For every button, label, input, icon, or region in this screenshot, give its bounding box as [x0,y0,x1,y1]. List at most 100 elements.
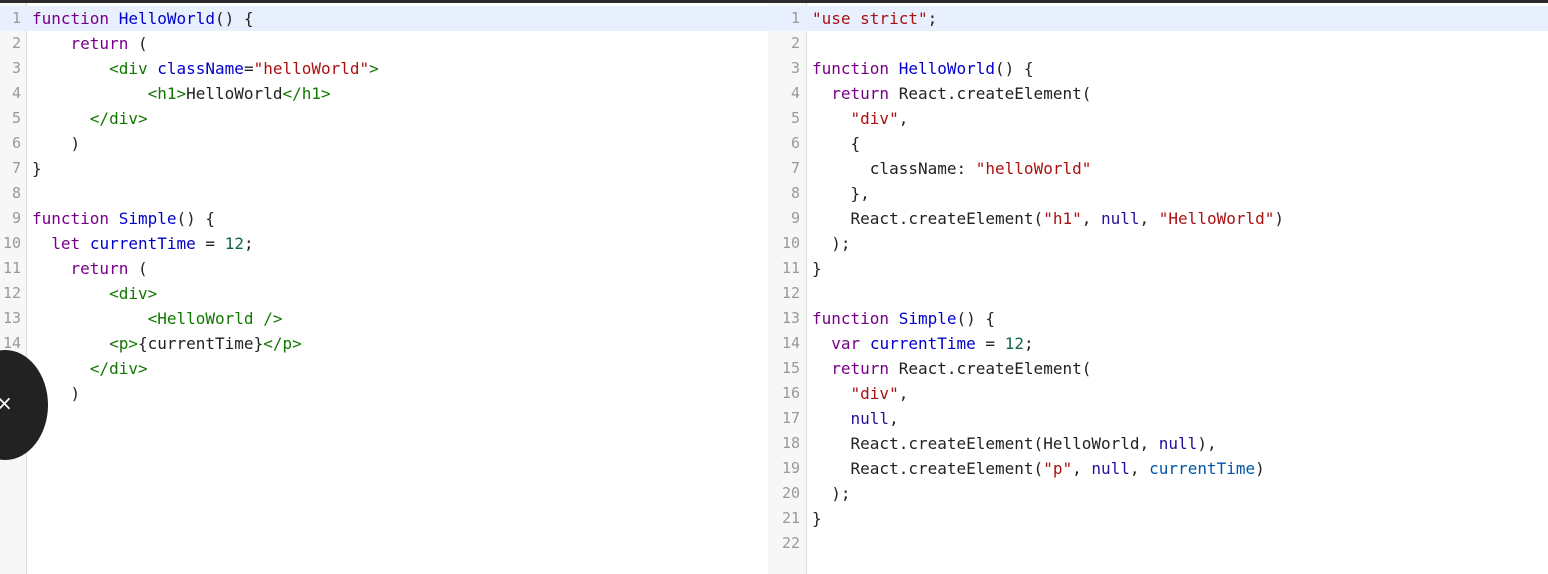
code-text[interactable]: function HelloWorld() { [812,56,1034,81]
code-line[interactable]: 8 }, [768,181,1548,206]
code-token: React.createElement( [812,209,1044,228]
code-line[interactable]: 17} [0,406,768,431]
code-line[interactable]: 16 "div", [768,381,1548,406]
code-line[interactable]: 12 <div> [0,281,768,306]
code-line[interactable]: 14 var currentTime = 12; [768,331,1548,356]
code-token: ); [812,234,851,253]
code-text[interactable]: className: "helloWorld" [812,156,1092,181]
code-line[interactable]: 18 React.createElement(HelloWorld, null)… [768,431,1548,456]
code-token: "div" [850,109,899,128]
code-line[interactable]: 4 <h1>HelloWorld</h1> [0,81,768,106]
code-lines[interactable]: 1 function HelloWorld() {2 return (3 <div… [0,6,768,431]
code-line[interactable]: 9 function Simple() { [0,206,768,231]
code-line[interactable]: 11} [768,256,1548,281]
code-line[interactable]: 7} [0,156,768,181]
code-text[interactable]: </div> [32,106,148,131]
code-text[interactable]: var currentTime = 12; [812,331,1033,356]
close-icon[interactable]: × [0,393,13,413]
code-line[interactable]: 19 React.createElement("p", null, curren… [768,456,1548,481]
code-text[interactable]: return ( [32,256,148,281]
code-text[interactable]: null, [812,406,899,431]
code-line[interactable]: 20 ); [768,481,1548,506]
code-token: , [1081,209,1101,228]
code-line[interactable]: 1 "use strict"; [768,6,1548,31]
code-line[interactable]: 7 className: "helloWorld" [768,156,1548,181]
code-text[interactable]: ); [812,481,850,506]
code-text[interactable]: ); [812,231,851,256]
code-line[interactable]: 10 ); [768,231,1548,256]
code-line[interactable]: 5 </div> [0,106,768,131]
code-token: var [831,334,861,353]
code-text[interactable]: <HelloWorld /> [32,306,283,331]
code-token: } [32,159,42,178]
code-token: <HelloWorld /> [147,309,283,328]
code-token: Simple [898,309,957,328]
code-text[interactable]: function Simple() { [32,206,215,231]
code-token: , [889,409,899,428]
code-line[interactable]: 22 [768,531,1548,556]
line-number: 1 [11,9,21,27]
code-token: 12 [1004,334,1024,353]
code-line[interactable]: 5 "div", [768,106,1548,131]
code-line[interactable]: 6 ) [0,131,768,156]
code-token: HelloWorld [118,9,216,28]
source-editor[interactable]: 1 function HelloWorld() {2 return (3 <div… [0,3,768,574]
code-line[interactable]: 9 React.createElement("h1", null, "Hello… [768,206,1548,231]
code-text[interactable]: return React.createElement( [812,81,1091,106]
code-text[interactable]: return ( [32,31,148,56]
code-text[interactable]: "div", [812,381,909,406]
code-line[interactable]: 12 [768,281,1548,306]
code-line[interactable]: 4 return React.createElement( [768,81,1548,106]
code-token: className: [812,159,976,178]
code-line[interactable]: 10 let currentTime = 12; [0,231,768,256]
code-text[interactable]: <p>{currentTime}</p> [32,331,302,356]
code-text[interactable]: React.createElement("p", null, currentTi… [812,456,1265,481]
code-line[interactable]: 14 <p>{currentTime}</p> [0,331,768,356]
code-text[interactable]: </div> [32,356,148,381]
line-number: 8 [790,184,800,202]
line-number: 14 [781,334,800,352]
code-line[interactable]: 3 <div className="helloWorld"> [0,56,768,81]
code-text[interactable]: } [32,156,42,181]
code-text[interactable]: <div> [32,281,157,306]
code-line[interactable]: 15 return React.createElement( [768,356,1548,381]
code-text[interactable]: <div className="helloWorld"> [32,56,379,81]
code-text[interactable]: } [812,256,822,281]
code-text[interactable]: function Simple() { [812,306,995,331]
code-lines[interactable]: 1 "use strict"; 2 3 function HelloWorld() {4… [768,6,1548,556]
code-line[interactable]: 16 ) [0,381,768,406]
line-number: 12 [781,284,800,302]
code-line[interactable]: 21} [768,506,1548,531]
line-number: 8 [11,184,21,202]
code-text[interactable]: }, [812,181,870,206]
line-number: 21 [781,509,800,527]
code-line[interactable]: 13 function Simple() { [768,306,1548,331]
code-text[interactable]: React.createElement("h1", null, "HelloWo… [812,206,1284,231]
code-text[interactable]: "div", [812,106,909,131]
code-line[interactable]: 15 </div> [0,356,768,381]
code-token: ; [243,234,254,253]
code-text[interactable]: "use strict"; [812,6,937,31]
code-line[interactable]: 3 function HelloWorld() { [768,56,1548,81]
code-line[interactable]: 8 [0,181,768,206]
code-text[interactable]: let currentTime = 12; [32,231,254,256]
code-token: ), [1197,434,1217,453]
code-line[interactable]: 11 return ( [0,256,768,281]
compiled-output-editor[interactable]: 1 "use strict"; 2 3 function HelloWorld() {4… [768,3,1548,574]
code-line[interactable]: 2 return ( [0,31,768,56]
code-line[interactable]: 1 function HelloWorld() { [0,6,768,31]
code-text[interactable]: function HelloWorld() { [32,6,254,31]
code-text[interactable]: <h1>HelloWorld</h1> [32,81,331,106]
code-text[interactable]: } [812,506,822,531]
code-text[interactable]: React.createElement(HelloWorld, null), [812,431,1217,456]
code-line[interactable]: 2 [768,31,1548,56]
code-line[interactable]: 17 null, [768,406,1548,431]
code-text[interactable]: { [812,131,861,156]
code-line[interactable]: 13 <HelloWorld /> [0,306,768,331]
line-number: 9 [11,209,21,227]
code-text[interactable]: ) [32,131,81,156]
code-text[interactable]: return React.createElement( [812,356,1091,381]
code-line[interactable]: 6 { [768,131,1548,156]
